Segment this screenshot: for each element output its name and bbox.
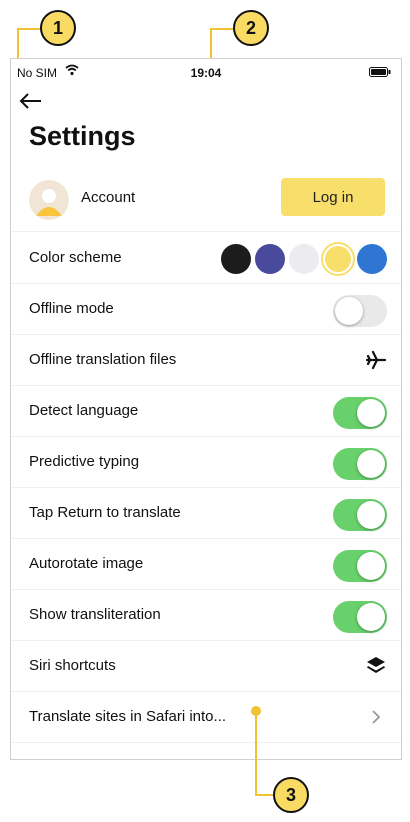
detect-language-row[interactable]: Detect language [11,387,401,437]
siri-shortcuts-row[interactable]: Siri shortcuts [11,642,401,692]
layers-icon [367,657,385,673]
color-swatch-blue[interactable] [357,244,387,274]
airplane-icon [365,350,387,370]
color-swatch-light[interactable] [289,244,319,274]
callout-2-badge: 2 [233,10,269,46]
safari-sites-label: Translate sites in Safari into... [29,708,227,725]
color-swatch-black[interactable] [221,244,251,274]
battery-icon [369,67,391,77]
phone-screen: No SIM 19:04 Settings Account Log in Col… [10,58,402,760]
callout-3-dot [251,706,261,716]
callout-3-badge: 3 [273,777,309,813]
tap-return-label: Tap Return to translate [29,504,181,521]
status-bar: No SIM 19:04 [11,59,401,85]
autorotate-row[interactable]: Autorotate image [11,540,401,590]
color-scheme-row: Color scheme [11,234,401,284]
offline-files-row[interactable]: Offline translation files [11,336,401,386]
account-label: Account [81,189,136,206]
predictive-typing-row[interactable]: Predictive typing [11,438,401,488]
back-arrow-icon[interactable] [17,89,45,113]
offline-mode-row[interactable]: Offline mode [11,285,401,335]
tap-return-row[interactable]: Tap Return to translate [11,489,401,539]
siri-shortcuts-label: Siri shortcuts [29,657,116,674]
color-swatch-yellow-selected[interactable] [323,244,353,274]
offline-mode-toggle[interactable] [333,295,387,327]
predictive-typing-label: Predictive typing [29,453,140,470]
color-swatches [221,244,387,274]
offline-mode-label: Offline mode [29,300,114,317]
user-avatar-icon [36,189,62,216]
detect-language-label: Detect language [29,402,139,419]
status-time: 19:04 [190,66,222,80]
transliteration-label: Show transliteration [29,606,161,623]
callout-3-leader-vertical [255,713,257,795]
tap-return-toggle[interactable] [333,499,387,531]
callout-1-leader [17,28,41,30]
offline-files-label: Offline translation files [29,351,177,368]
transliteration-toggle[interactable] [333,601,387,633]
color-scheme-label: Color scheme [29,249,122,266]
color-swatch-indigo[interactable] [255,244,285,274]
account-row[interactable]: Account Log in [11,174,401,232]
transliteration-row[interactable]: Show transliteration [11,591,401,641]
callout-3-leader [255,794,275,796]
predictive-typing-toggle[interactable] [333,448,387,480]
callout-2-leader [210,28,234,30]
autorotate-toggle[interactable] [333,550,387,582]
chevron-right-icon [372,710,381,724]
page-title: Settings [29,121,136,151]
log-in-button[interactable]: Log in [281,178,385,216]
safari-sites-row[interactable]: Translate sites in Safari into... [11,693,401,743]
detect-language-toggle[interactable] [333,397,387,429]
avatar [29,180,69,220]
autorotate-label: Autorotate image [29,555,144,572]
callout-1-badge: 1 [40,10,76,46]
